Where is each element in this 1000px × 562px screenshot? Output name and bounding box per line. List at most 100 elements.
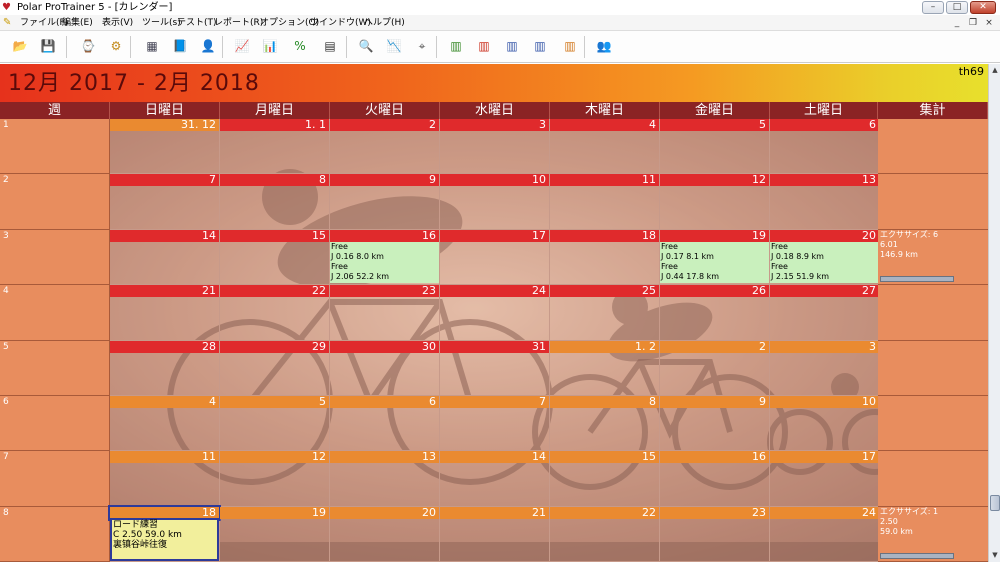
day-number[interactable]: 24 [440,285,549,297]
day-number[interactable]: 14 [110,230,219,242]
day-cell[interactable]: 22 [550,507,660,562]
day-number[interactable]: 2 [330,119,439,131]
day-cell[interactable]: 8 [220,174,330,230]
summary-4-icon[interactable]: ▥ [528,35,552,57]
user-info-icon[interactable]: 👤 [196,35,220,57]
day-number[interactable]: 11 [550,174,659,186]
exercise-entry[interactable]: Free J 0.18 8.9 km Free J 2.15 51.9 km [770,242,879,283]
day-number[interactable]: 28 [110,341,219,353]
day-cell[interactable]: 4 [110,396,220,451]
day-cell[interactable]: 7 [440,396,550,451]
day-cell[interactable]: 15 [220,230,330,285]
day-number[interactable]: 8 [550,396,659,408]
day-number[interactable]: 22 [220,285,329,297]
watch-sync-icon[interactable]: ⌚ [76,35,100,57]
open-folder-icon[interactable]: 📂 [8,35,32,57]
day-number[interactable]: 19 [220,507,329,519]
day-cell[interactable]: 29 [220,341,330,396]
menu-file[interactable]: ファイル(F) [20,15,68,31]
menu-view[interactable]: 表示(V) [102,15,133,31]
day-cell[interactable]: 14 [110,230,220,285]
day-cell[interactable]: 8 [550,396,660,451]
day-cell[interactable]: 24 [440,285,550,341]
day-cell[interactable]: 24 [770,507,880,562]
day-cell[interactable]: 9 [660,396,770,451]
day-number[interactable]: 5 [660,119,769,131]
day-number[interactable]: 13 [330,451,439,463]
day-cell[interactable]: 20 Free J 0.18 8.9 km Free J 2.15 51.9 km [770,230,880,285]
day-number[interactable]: 10 [440,174,549,186]
day-cell[interactable]: 17 [440,230,550,285]
day-cell[interactable]: 14 [440,451,550,507]
diary-book-icon[interactable]: 📘 [168,35,192,57]
day-cell[interactable]: 2 [330,119,440,174]
day-cell[interactable]: 28 [110,341,220,396]
day-cell[interactable]: 27 [770,285,880,341]
day-number[interactable]: 4 [550,119,659,131]
table-icon[interactable]: ▤ [318,35,342,57]
day-number[interactable]: 22 [550,507,659,519]
day-cell[interactable]: 10 [440,174,550,230]
day-cell[interactable]: 18 ロード練習 C 2.50 59.0 km 裏镇谷峠往復 [108,505,221,562]
day-cell[interactable]: 1. 1 [220,119,330,174]
day-cell[interactable]: 3 [770,341,880,396]
day-number[interactable]: 3 [440,119,549,131]
day-cell[interactable]: 21 [440,507,550,562]
day-cell[interactable]: 5 [660,119,770,174]
scroll-up-icon[interactable]: ▲ [990,65,1000,75]
users-icon[interactable]: 👥 [592,35,616,57]
day-cell[interactable]: 23 [330,285,440,341]
day-number[interactable]: 20 [330,507,439,519]
exercise-entry[interactable]: Free J 0.17 8.1 km Free J 0.44 17.8 km [660,242,769,283]
save-disk-icon[interactable]: 💾 [36,35,60,57]
day-number[interactable]: 16 [660,451,769,463]
day-number[interactable]: 12 [220,451,329,463]
day-cell[interactable]: 13 [770,174,880,230]
day-cell[interactable]: 11 [550,174,660,230]
percent-chart-icon[interactable]: % [288,35,312,57]
day-number[interactable]: 6 [330,396,439,408]
day-cell[interactable]: 12 [660,174,770,230]
bar-chart-icon[interactable]: 📊 [258,35,282,57]
day-cell[interactable]: 4 [550,119,660,174]
day-number[interactable]: 7 [110,174,219,186]
vertical-scrollbar[interactable]: ▲ ▼ [988,64,1000,562]
day-number[interactable]: 9 [330,174,439,186]
menu-tools[interactable]: ツール(s) [142,15,181,31]
day-cell[interactable]: 19 Free J 0.17 8.1 km Free J 0.44 17.8 km [660,230,770,285]
mdi-minimize-button[interactable]: _ [950,17,964,29]
day-cell[interactable]: 23 [660,507,770,562]
day-number[interactable]: 12 [660,174,769,186]
day-cell[interactable]: 21 [110,285,220,341]
day-number[interactable]: 5 [220,396,329,408]
day-number[interactable]: 11 [110,451,219,463]
day-number[interactable]: 4 [110,396,219,408]
day-cell[interactable]: 31. 12 [110,119,220,174]
menu-report[interactable]: レポート(R) [214,15,263,31]
day-number[interactable]: 31. 12 [110,119,219,131]
day-number[interactable]: 18 [550,230,659,242]
day-number[interactable]: 3 [770,341,879,353]
day-cell[interactable]: 6 [330,396,440,451]
day-cell[interactable]: 13 [330,451,440,507]
menu-window[interactable]: ウインドウ(W) [310,15,371,31]
day-number[interactable]: 14 [440,451,549,463]
day-number[interactable]: 17 [440,230,549,242]
document-menu-icon[interactable]: ✎ [3,17,15,29]
day-number[interactable]: 20 [770,230,879,242]
day-cell[interactable]: 15 [550,451,660,507]
day-cell[interactable]: 16 [660,451,770,507]
day-number[interactable]: 23 [660,507,769,519]
menu-test[interactable]: テスト(T) [177,15,217,31]
day-number[interactable]: 19 [660,230,769,242]
curve-chart-icon[interactable]: 📉 [382,35,406,57]
compass-icon[interactable]: ⌖ [410,35,434,57]
day-number[interactable]: 6 [770,119,879,131]
day-number[interactable]: 8 [220,174,329,186]
day-cell[interactable]: 26 [660,285,770,341]
summary-1-icon[interactable]: ▥ [444,35,468,57]
day-cell[interactable]: 3 [440,119,550,174]
day-cell[interactable]: 5 [220,396,330,451]
summary-5-icon[interactable]: ▥ [558,35,582,57]
day-number[interactable]: 9 [660,396,769,408]
